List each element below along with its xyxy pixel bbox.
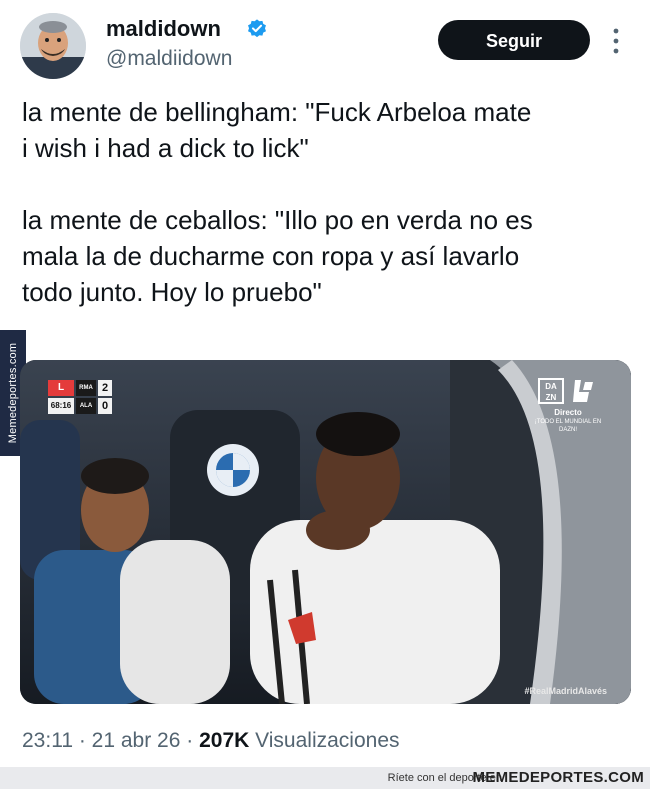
more-vertical-icon[interactable] [609, 25, 623, 57]
away-score: 0 [98, 398, 112, 414]
live-label: Directo [554, 408, 582, 417]
meta-separator: · [186, 729, 200, 752]
tweet-meta: 23:11 · 21 abr 26 · 207K Visualizaciones [22, 729, 400, 753]
tweet-media[interactable]: L 68:16 RMA ALA 2 0 DA ZN Directo ¡TODO … [20, 360, 631, 704]
league-logo-icon: L [48, 380, 74, 396]
tweet-date[interactable]: 21 abr 26 [92, 729, 181, 752]
footer-brand: MEMEDEPORTES.COM [472, 769, 644, 786]
tweet-time[interactable]: 23:11 [22, 729, 73, 752]
tweet-text: la mente de bellingham: "Fuck Arbeloa ma… [22, 97, 533, 307]
broadcaster-logo: DA ZN [538, 378, 564, 404]
home-team: RMA [76, 380, 96, 396]
verified-badge-icon [248, 19, 266, 38]
side-watermark-text: Memedeportes.com [7, 342, 19, 444]
author-display-name[interactable]: maldidown [106, 16, 221, 42]
follow-button[interactable]: Seguir [438, 20, 590, 60]
views-label: Visualizaciones [255, 729, 400, 752]
meta-separator: · [78, 729, 92, 752]
away-team: ALA [76, 398, 96, 414]
scorebug: L 68:16 RMA ALA 2 0 [48, 380, 118, 414]
laliga-logo-icon [573, 380, 593, 402]
author-avatar[interactable] [20, 13, 86, 79]
author-handle[interactable]: @maldiidown [106, 47, 232, 71]
home-score: 2 [98, 380, 112, 396]
views-count: 207K [199, 729, 250, 752]
match-hashtag: #RealMadridAlavés [524, 686, 607, 696]
avatar-image [20, 13, 86, 79]
footer-watermark-bar: Ríete con el deporte en MEMEDEPORTES.COM [0, 767, 650, 789]
broadcaster-promo: ¡TODO EL MUNDIAL EN DAZN! [534, 419, 602, 433]
match-clock: 68:16 [48, 398, 74, 414]
